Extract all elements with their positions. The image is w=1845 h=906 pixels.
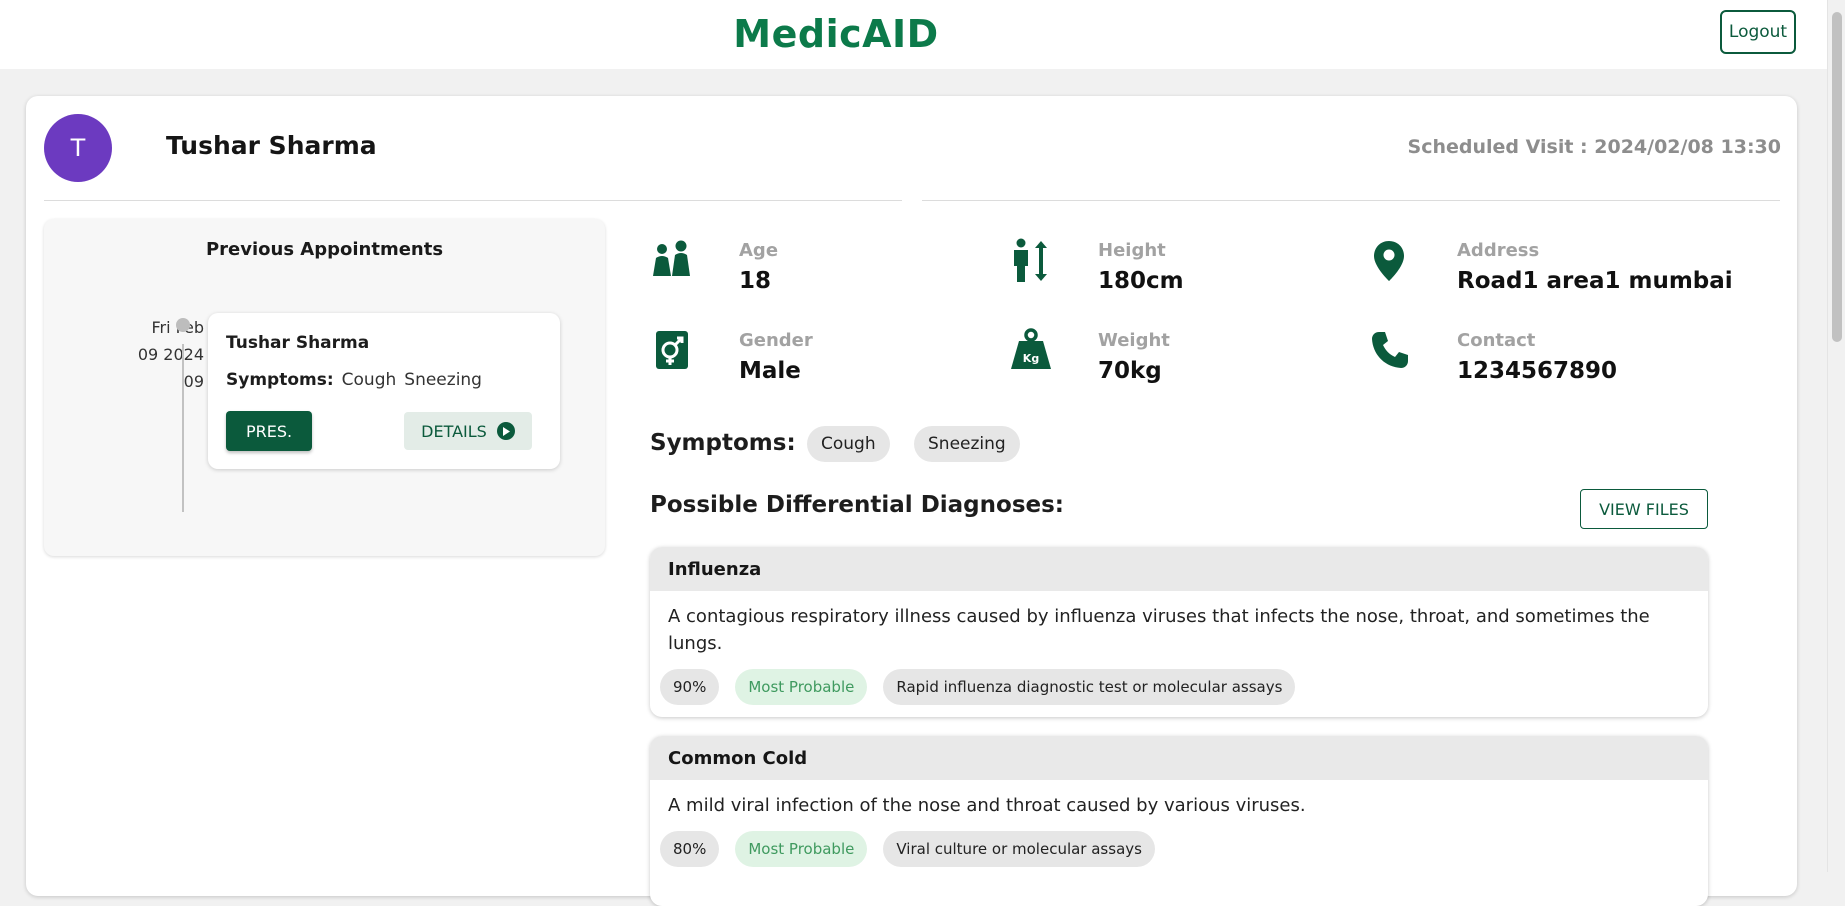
diagnosis-tags: 80% Most Probable Viral culture or molec… <box>650 819 1708 867</box>
brand-logo[interactable]: MedicAID <box>0 12 1672 56</box>
avatar: T <box>44 114 112 182</box>
appointment-patient-name: Tushar Sharma <box>226 333 370 353</box>
weight-icon-text: Kg <box>1023 352 1039 365</box>
details-button-label: DETAILS <box>421 421 487 441</box>
people-icon <box>650 240 694 284</box>
logout-button[interactable]: Logout <box>1720 10 1796 54</box>
appointment-symptom: Cough <box>341 370 397 390</box>
address-label: Address <box>1457 240 1540 261</box>
appointment-date: Fri Feb 09 2024 09 <box>114 314 204 395</box>
probability-badge: 90% <box>660 669 720 705</box>
location-pin-icon <box>1372 240 1406 286</box>
diagnosis-description: A mild viral infection of the nose and t… <box>668 795 1306 816</box>
page-scrollbar[interactable] <box>1827 0 1845 872</box>
top-bar: MedicAID Logout <box>0 0 1845 69</box>
appointment-symptoms: Symptoms: Cough Sneezing <box>226 370 482 390</box>
diagnosis-description: A contagious respiratory illness caused … <box>668 606 1650 654</box>
details-button[interactable]: DETAILS <box>404 412 532 450</box>
age-value: 18 <box>739 268 772 294</box>
contact-value: 1234567890 <box>1457 358 1618 384</box>
symptom-chip: Sneezing <box>914 426 1020 462</box>
height-label: Height <box>1098 240 1166 261</box>
contact-label: Contact <box>1457 330 1536 351</box>
gender-icon <box>655 330 689 374</box>
height-value: 180cm <box>1098 268 1184 294</box>
previous-appointments-title: Previous Appointments <box>205 239 444 260</box>
diagnosis-name: Influenza <box>650 547 1708 591</box>
phone-icon <box>1370 330 1410 374</box>
weight-label: Weight <box>1098 330 1170 351</box>
view-files-button[interactable]: VIEW FILES <box>1580 489 1708 529</box>
play-circle-icon <box>496 422 515 440</box>
previous-appointments-panel: Previous Appointments Fri Feb 09 2024 09… <box>44 219 605 556</box>
appointment-date-line3: 09 <box>183 372 204 391</box>
address-value: Road1 area1 mumbai <box>1457 268 1733 294</box>
gender-value: Male <box>739 358 801 384</box>
likelihood-badge: Most Probable <box>735 831 868 867</box>
height-icon <box>1010 238 1052 288</box>
diagnosis-name: Common Cold <box>650 736 1708 780</box>
test-badge: Rapid influenza diagnostic test or molec… <box>883 669 1296 705</box>
gender-label: Gender <box>739 330 813 351</box>
diagnosis-tags: 90% Most Probable Rapid influenza diagno… <box>650 657 1708 705</box>
scrollbar-thumb[interactable] <box>1832 12 1842 342</box>
symptom-chip: Cough <box>807 426 890 462</box>
divider-left <box>44 200 902 201</box>
diagnoses-title: Possible Differential Diagnoses: <box>650 492 1064 518</box>
test-badge: Viral culture or molecular assays <box>883 831 1155 867</box>
scheduled-visit: Scheduled Visit : 2024/02/08 13:30 <box>1407 136 1781 158</box>
appointment-symptom: Sneezing <box>404 370 482 390</box>
patient-name: Tushar Sharma <box>166 131 377 160</box>
symptoms-title: Symptoms: <box>650 430 796 456</box>
timeline-line <box>182 344 184 512</box>
timeline-dot <box>176 318 190 332</box>
appointment-date-line1: Fri Feb <box>151 318 204 337</box>
appointment-symptoms-label: Symptoms: <box>226 370 334 390</box>
appointment-card: Tushar Sharma Symptoms: Cough Sneezing P… <box>208 313 560 469</box>
diagnosis-card: Common Cold A mild viral infection of th… <box>650 736 1708 906</box>
probability-badge: 80% <box>660 831 720 867</box>
weight-value: 70kg <box>1098 358 1162 384</box>
divider-right <box>922 200 1780 201</box>
likelihood-badge: Most Probable <box>735 669 868 705</box>
appointment-date-line2: 09 2024 <box>137 345 204 364</box>
age-label: Age <box>739 240 779 261</box>
weight-icon: Kg <box>1010 328 1052 374</box>
prescription-button[interactable]: PRES. <box>226 411 312 451</box>
diagnosis-card: Influenza A contagious respiratory illne… <box>650 547 1708 717</box>
